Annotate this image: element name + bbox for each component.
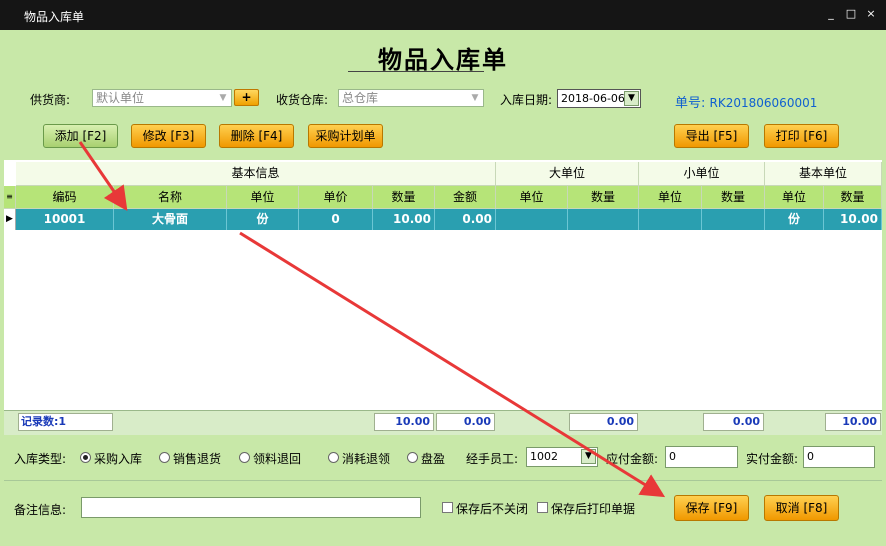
footer-base-qty: 10.00: [825, 413, 881, 431]
col-qty[interactable]: 数量: [373, 186, 435, 209]
window: 物品入库单 _ □ × 物品入库单 供货商: 默认单位 ▼ + 收货仓库: 总仓…: [0, 0, 886, 546]
radio-consumption-return-label[interactable]: 消耗退领: [342, 450, 390, 467]
group-basic-info: 基本信息: [16, 162, 496, 186]
date-value: 2018-06-06: [561, 92, 625, 105]
paid-input[interactable]: 0: [803, 446, 875, 468]
document-number: 单号: RK201806060001: [675, 92, 817, 111]
export-button[interactable]: 导出 [F5]: [674, 124, 749, 148]
footer-amount: 0.00: [436, 413, 495, 431]
cell-base-qty[interactable]: 10.00: [824, 209, 882, 230]
radio-sales-return-label[interactable]: 销售退货: [173, 450, 221, 467]
title-underline: [348, 71, 484, 72]
radio-purchase-label[interactable]: 采购入库: [94, 450, 142, 467]
close-icon[interactable]: ×: [865, 8, 877, 20]
group-small-unit: 小单位: [639, 162, 765, 186]
print-button[interactable]: 打印 [F6]: [764, 124, 839, 148]
footer-small-qty: 0.00: [703, 413, 764, 431]
handler-label: 经手员工:: [466, 452, 519, 466]
col-base-qty[interactable]: 数量: [824, 186, 882, 209]
edit-button[interactable]: 修改 [F3]: [131, 124, 206, 148]
supplier-select[interactable]: 默认单位 ▼: [92, 89, 232, 107]
record-count: 记录数:1: [18, 413, 113, 431]
group-base-unit: 基本单位: [765, 162, 882, 186]
cell-code[interactable]: 10001: [16, 209, 114, 230]
add-button[interactable]: 添加 [F2]: [43, 124, 118, 148]
page-title: 物品入库单: [378, 46, 508, 74]
remark-input[interactable]: [81, 497, 421, 518]
separator: [4, 480, 882, 481]
radio-consumption-return[interactable]: [328, 452, 339, 463]
date-label: 入库日期:: [500, 93, 553, 107]
group-big-unit: 大单位: [496, 162, 639, 186]
footer-big-qty: 0.00: [569, 413, 638, 431]
col-small-qty[interactable]: 数量: [702, 186, 765, 209]
col-unit[interactable]: 单位: [227, 186, 299, 209]
col-base-unit[interactable]: 单位: [765, 186, 824, 209]
warehouse-value: 总仓库: [342, 91, 379, 105]
col-price[interactable]: 单价: [299, 186, 373, 209]
cell-unit[interactable]: 份: [227, 209, 299, 230]
docno-value: RK201806060001: [709, 96, 818, 110]
print-after-save-label[interactable]: 保存后打印单据: [551, 500, 635, 517]
cell-base-unit[interactable]: 份: [765, 209, 824, 230]
radio-material-return[interactable]: [239, 452, 250, 463]
keep-open-checkbox[interactable]: [442, 502, 453, 513]
col-big-unit[interactable]: 单位: [496, 186, 568, 209]
col-small-unit[interactable]: 单位: [639, 186, 702, 209]
cell-price[interactable]: 0: [299, 209, 373, 230]
handler-select[interactable]: 1002 ▼: [526, 447, 598, 467]
warehouse-select[interactable]: 总仓库 ▼: [338, 89, 484, 107]
row-pointer-icon: ▶: [4, 209, 16, 230]
maximize-icon[interactable]: □: [845, 8, 857, 20]
stock-in-type-label: 入库类型:: [14, 452, 67, 466]
calendar-dropdown-icon[interactable]: ▼: [624, 91, 639, 106]
remark-label: 备注信息:: [14, 503, 67, 517]
cell-qty[interactable]: 10.00: [373, 209, 435, 230]
paid-label: 实付金额:: [746, 452, 799, 466]
docno-label: 单号:: [675, 96, 706, 111]
date-picker[interactable]: 2018-06-06 ▼: [557, 89, 641, 108]
col-code[interactable]: 编码: [16, 186, 114, 209]
delete-button[interactable]: 删除 [F4]: [219, 124, 294, 148]
radio-sales-return[interactable]: [159, 452, 170, 463]
print-after-save-checkbox[interactable]: [537, 502, 548, 513]
cell-small-qty[interactable]: [702, 209, 765, 230]
radio-purchase[interactable]: [80, 452, 91, 463]
cell-amount[interactable]: 0.00: [435, 209, 496, 230]
col-amount[interactable]: 金额: [435, 186, 496, 209]
cell-big-qty[interactable]: [568, 209, 639, 230]
title-bar: 物品入库单 _ □ ×: [0, 0, 886, 30]
keep-open-label[interactable]: 保存后不关闭: [456, 500, 528, 517]
warehouse-label: 收货仓库:: [276, 93, 329, 107]
payable-input[interactable]: 0: [665, 446, 738, 468]
cancel-button[interactable]: 取消 [F8]: [764, 495, 839, 521]
handler-value: 1002: [530, 450, 558, 463]
minimize-icon[interactable]: _: [825, 8, 837, 20]
chevron-down-icon: ▼: [471, 93, 479, 103]
chevron-down-icon: ▼: [581, 449, 596, 464]
window-title: 物品入库单: [24, 10, 85, 24]
radio-inventory-surplus[interactable]: [407, 452, 418, 463]
chevron-down-icon: ▼: [219, 93, 227, 103]
cell-small-unit[interactable]: [639, 209, 702, 230]
purchase-plan-button[interactable]: 采购计划单: [308, 124, 383, 148]
col-name[interactable]: 名称: [114, 186, 227, 209]
row-indicator-header: ≡: [4, 186, 16, 209]
add-supplier-button[interactable]: +: [234, 89, 259, 106]
cell-big-unit[interactable]: [496, 209, 568, 230]
payable-label: 应付金额:: [606, 452, 659, 466]
supplier-value: 默认单位: [96, 91, 145, 105]
radio-material-return-label[interactable]: 领料退回: [253, 450, 301, 467]
cell-name[interactable]: 大骨面: [114, 209, 227, 230]
footer-qty: 10.00: [374, 413, 434, 431]
save-button[interactable]: 保存 [F9]: [674, 495, 749, 521]
supplier-label: 供货商:: [30, 93, 71, 107]
col-big-qty[interactable]: 数量: [568, 186, 639, 209]
radio-inventory-surplus-label[interactable]: 盘盈: [421, 450, 445, 467]
